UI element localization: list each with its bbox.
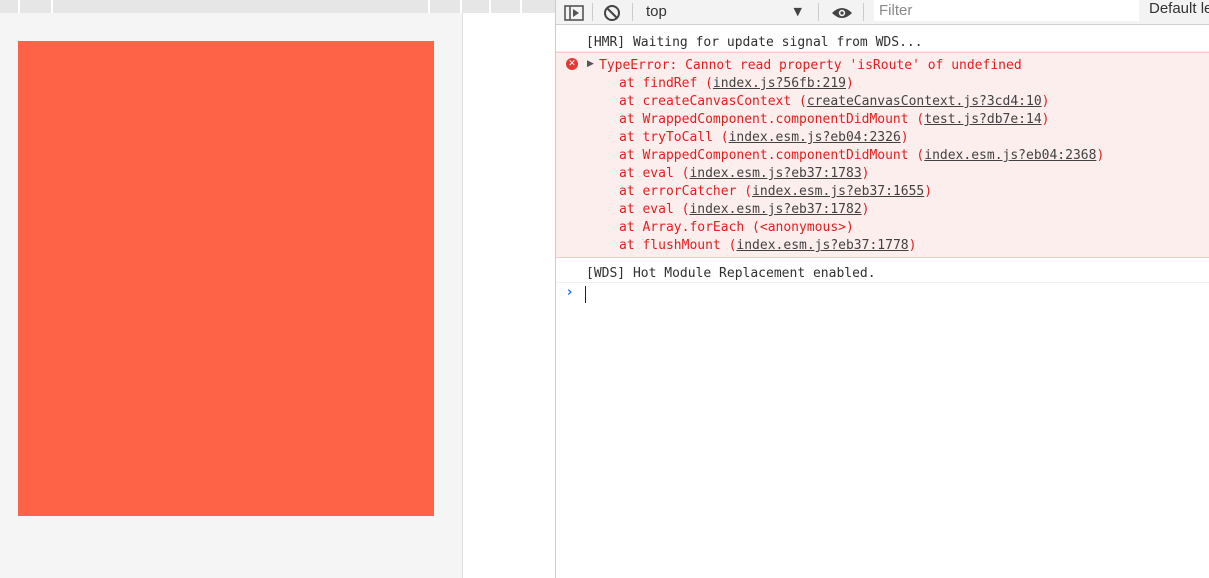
source-link[interactable]: index.esm.js?eb04:2326 [729,130,901,145]
toolbar-separator [818,3,819,21]
frame-text: at Array.forEach (<anonymous>) [619,220,854,235]
filter-input[interactable] [874,0,1139,21]
frame-close: ) [845,76,854,91]
message-text: [WDS] Hot Module Replacement enabled. [586,266,876,281]
clear-console-icon[interactable] [599,0,625,25]
chevron-down-icon: ▼ [793,5,802,18]
source-link[interactable]: index.js?56fb:219 [713,76,846,91]
source-link[interactable]: index.esm.js?eb37:1782 [689,202,861,217]
toolbar-separator [592,3,593,21]
context-value: top [646,3,667,20]
frame-close: ) [861,166,870,181]
toolbar-separator [863,3,864,21]
page-preview [0,0,555,578]
console-message-wds: [WDS] Hot Module Replacement enabled. [556,259,1209,283]
stack-frame: at eval (index.esm.js?eb37:1783) [619,165,1104,183]
source-link[interactable]: test.js?db7e:14 [924,112,1041,127]
strip-divider [489,0,491,13]
strip-divider [18,0,20,13]
source-link[interactable]: index.esm.js?eb37:1778 [736,238,908,253]
stack-frame: at WrappedComponent.componentDidMount (t… [619,111,1104,129]
frame-text: at flushMount ( [619,238,737,253]
expand-triangle-icon[interactable]: ▶ [587,59,594,69]
strip-divider [428,0,430,13]
frame-close: ) [1096,148,1105,163]
frame-text: at createCanvasContext ( [619,94,807,109]
stack-trace: at findRef (index.js?56fb:219) at create… [619,75,1104,255]
frame-close: ) [1041,94,1050,109]
stack-frame: at WrappedComponent.componentDidMount (i… [619,147,1104,165]
frame-text: at findRef ( [619,76,713,91]
prompt-chevron-icon: › [567,285,573,300]
error-message[interactable]: TypeError: Cannot read property 'isRoute… [599,57,1022,75]
log-levels-dropdown[interactable]: Default le [1149,0,1209,17]
stack-frame: at eval (index.esm.js?eb37:1782) [619,201,1104,219]
frame-text: at eval ( [619,202,690,217]
frame-close: ) [900,130,909,145]
text-caret [585,286,586,303]
live-expression-eye-icon[interactable] [829,0,855,25]
frame-text: at WrappedComponent.componentDidMount ( [619,148,925,163]
context-selector[interactable]: top ▼ [636,0,814,25]
message-text: [HMR] Waiting for update signal from WDS… [586,35,923,50]
frame-close: ) [908,238,917,253]
toolbar-separator [632,3,633,21]
stack-frame: at flushMount (index.esm.js?eb37:1778) [619,237,1104,255]
frame-text: at errorCatcher ( [619,184,753,199]
console-toolbar: top ▼ Default le [556,0,1209,25]
error-icon: ✕ [566,58,578,70]
source-link[interactable]: index.esm.js?eb37:1783 [689,166,861,181]
strip-divider [51,0,53,13]
frame-text: at tryToCall ( [619,130,729,145]
frame-close: ) [861,202,870,217]
devtools-console: top ▼ Default le [HMR] Waiting for updat… [556,0,1209,578]
stack-frame: at createCanvasContext (createCanvasCont… [619,93,1104,111]
stack-frame: at errorCatcher (index.esm.js?eb37:1655) [619,183,1104,201]
source-link[interactable]: index.esm.js?eb37:1655 [752,184,924,199]
console-prompt[interactable]: › [556,285,1209,305]
frame-close: ) [924,184,933,199]
sidebar-toggle-icon[interactable] [561,0,587,25]
console-error-message: ✕ ▶ TypeError: Cannot read property 'isR… [556,52,1209,258]
frame-text: at eval ( [619,166,690,181]
source-link[interactable]: index.esm.js?eb04:2368 [924,148,1096,163]
stack-frame: at tryToCall (index.esm.js?eb04:2326) [619,129,1104,147]
console-message-hmr: [HMR] Waiting for update signal from WDS… [556,28,1209,52]
stack-frame: at findRef (index.js?56fb:219) [619,75,1104,93]
source-link[interactable]: createCanvasContext.js?3cd4:10 [807,94,1042,109]
stack-frame: at Array.forEach (<anonymous>) [619,219,1104,237]
strip-divider [520,0,522,13]
strip-divider [460,0,462,13]
frame-close: ) [1041,112,1050,127]
canvas-element [18,41,434,516]
frame-text: at WrappedComponent.componentDidMount ( [619,112,925,127]
page-top-strip [0,0,555,13]
